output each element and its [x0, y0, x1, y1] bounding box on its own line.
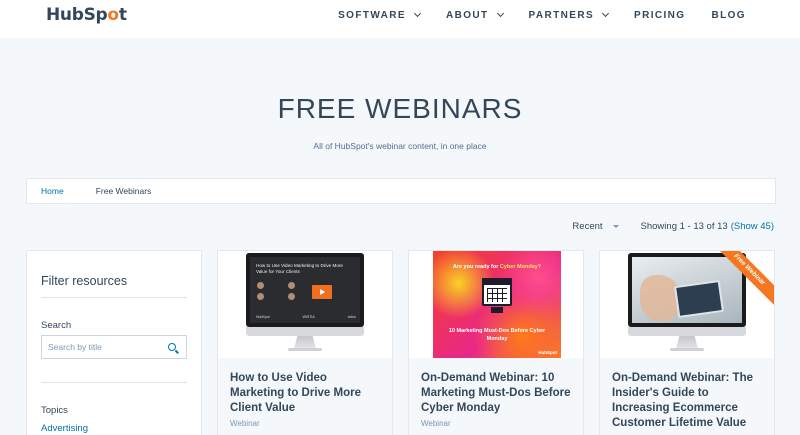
results-count: Showing 1 - 13 of 13	[640, 221, 728, 232]
graphic-brand: HubSpot	[538, 350, 557, 355]
imac-mockup	[628, 253, 746, 355]
page-title: FREE WEBINARS	[277, 93, 523, 124]
chevron-down-icon	[601, 9, 610, 18]
resource-card[interactable]: Free Webinar On-Demand Webinar: The Insi…	[599, 250, 775, 435]
monitor-screen	[628, 253, 746, 327]
logo-video: video	[347, 315, 356, 319]
logo-sprocket: o	[107, 5, 119, 25]
logo-text-end: t	[118, 5, 127, 25]
card-thumbnail: Free Webinar	[600, 251, 774, 358]
page-subtitle: All of HubSpot's webinar content, in one…	[313, 141, 487, 151]
speaker-avatar	[288, 282, 295, 289]
nav-item-blog[interactable]: BLOG	[712, 10, 747, 21]
divider	[41, 297, 187, 298]
nav-item-pricing[interactable]: PRICING	[634, 10, 685, 21]
sort-select[interactable]: Recent	[572, 221, 619, 232]
card-title[interactable]: On-Demand Webinar: 10 Marketing Must-Dos…	[421, 371, 571, 416]
partner-logos: HubSpot WISTIA video	[256, 315, 356, 319]
video-slide: How to Use Video Marketing to Drive More…	[250, 257, 360, 323]
question-text: Are you ready for	[452, 264, 499, 270]
filter-title: Filter resources	[41, 274, 128, 288]
speaker-avatar	[257, 282, 264, 289]
card-title[interactable]: On-Demand Webinar: The Insider's Guide t…	[612, 371, 762, 431]
top-navigation: HubSpot SOFTWARE ABOUT PARTNERS PRICING …	[0, 0, 800, 38]
show-all-link[interactable]: (Show 45)	[731, 221, 774, 232]
logo-hubspot: HubSpot	[256, 315, 270, 319]
search-field	[41, 335, 187, 359]
breadcrumb-home-link[interactable]: Home	[27, 179, 84, 205]
calendar-grid	[487, 288, 507, 302]
monitor-chin	[246, 327, 364, 336]
breadcrumb: Home Free Webinars	[26, 178, 776, 205]
topics-label: Topics	[41, 405, 68, 416]
nav-label: PARTNERS	[528, 9, 595, 21]
search-icon[interactable]	[168, 343, 176, 351]
divider	[41, 382, 187, 383]
card-body: How to Use Video Marketing to Drive More…	[218, 358, 392, 435]
sort-value: Recent	[572, 221, 603, 232]
logo-wistia: WISTIA	[302, 315, 315, 319]
results-toolbar: Recent Showing 1 - 13 of 13 (Show 45)	[572, 221, 774, 232]
question-highlight: Cyber Monday?	[499, 264, 542, 270]
caret-down-icon	[612, 225, 619, 228]
search-input[interactable]	[42, 336, 162, 358]
logo-text-start: HubSp	[46, 5, 108, 25]
resource-card[interactable]: Are you ready for Cyber Monday? 10 Marke…	[408, 250, 584, 435]
monitor-base	[670, 348, 704, 351]
monitor-chin	[628, 327, 746, 336]
nav-label: BLOG	[711, 9, 746, 21]
nav-item-partners[interactable]: PARTNERS	[528, 9, 610, 21]
graphic-question: Are you ready for Cyber Monday?	[433, 264, 561, 270]
monitor-base	[288, 348, 322, 351]
card-body: On-Demand Webinar: 10 Marketing Must-Dos…	[409, 358, 583, 435]
calendar-icon	[482, 278, 512, 306]
breadcrumb-current: Free Webinars	[95, 186, 152, 196]
speaker-avatar	[257, 293, 264, 300]
imac-mockup: How to Use Video Marketing to Drive More…	[246, 253, 364, 355]
chevron-down-icon	[413, 9, 422, 18]
nav-label: ABOUT	[445, 9, 489, 21]
ecommerce-photo	[632, 257, 742, 323]
hubspot-logo[interactable]: HubSpot	[46, 5, 127, 25]
nav-label: PRICING	[634, 9, 686, 21]
card-title[interactable]: How to Use Video Marketing to Drive More…	[230, 371, 380, 416]
speaker-avatar	[288, 293, 295, 300]
graphic-subtitle: 10 Marketing Must-Dos Before Cyber Monda…	[448, 328, 546, 342]
card-thumbnail: Are you ready for Cyber Monday? 10 Marke…	[409, 251, 583, 358]
play-icon	[312, 285, 332, 299]
tablet-image	[673, 279, 725, 319]
nav-item-about[interactable]: ABOUT	[445, 9, 504, 21]
filter-panel: Filter resources Search Topics Advertisi…	[26, 250, 202, 435]
card-type: Webinar	[421, 419, 451, 428]
chevron-down-icon	[496, 9, 504, 18]
card-type: Webinar	[230, 419, 260, 428]
monitor-screen: How to Use Video Marketing to Drive More…	[246, 253, 364, 327]
resource-card[interactable]: How to Use Video Marketing to Drive More…	[217, 250, 393, 435]
slide-title: How to Use Video Marketing to Drive More…	[256, 263, 343, 274]
nav-label: SOFTWARE	[338, 9, 406, 21]
topic-advertising[interactable]: Advertising	[41, 423, 88, 434]
cyber-monday-graphic: Are you ready for Cyber Monday? 10 Marke…	[433, 251, 561, 358]
calendar-stand	[491, 307, 503, 313]
search-label: Search	[41, 320, 72, 331]
nav-item-software[interactable]: SOFTWARE	[338, 9, 422, 21]
card-thumbnail: How to Use Video Marketing to Drive More…	[218, 251, 392, 358]
card-body: On-Demand Webinar: The Insider's Guide t…	[600, 358, 774, 435]
main-menu: SOFTWARE ABOUT PARTNERS PRICING BLOG	[312, 0, 746, 30]
